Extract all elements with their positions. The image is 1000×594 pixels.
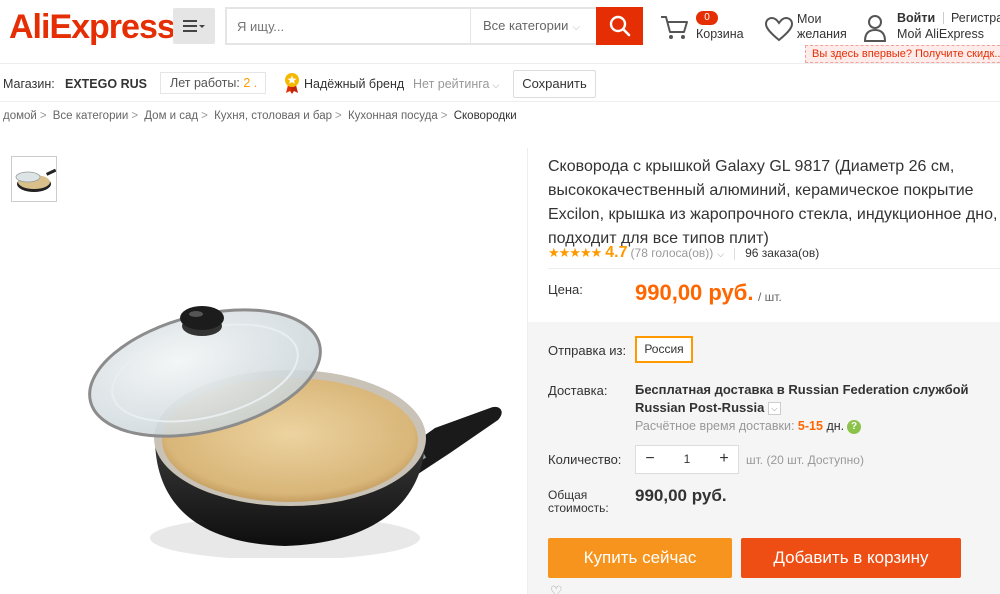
trusted-brand-medal-icon <box>285 73 299 94</box>
wishlist-label-line2: желания <box>797 27 847 41</box>
total-cost-label: Общая стоимость: <box>548 488 609 515</box>
ship-from-label: Отправка из: <box>548 343 627 358</box>
price-value: 990,00 руб. <box>635 280 754 305</box>
product-gallery <box>0 148 528 594</box>
pan-thumbnail-image <box>15 168 57 192</box>
add-to-cart-button[interactable]: Добавить в корзину <box>741 538 961 578</box>
cart-count-badge: 0 <box>696 11 718 25</box>
estimated-delivery: Расчётное время доставки: 5-15 дн.? <box>635 419 862 434</box>
first-visit-banner[interactable]: Вы здесь впервые? Получите скидк... <box>805 45 1000 63</box>
rating-divider <box>734 247 736 260</box>
search-icon <box>609 15 630 37</box>
quantity-decrease-button[interactable]: − <box>636 446 664 473</box>
buy-now-button[interactable]: Купить сейчас <box>548 538 732 578</box>
delivery-label: Доставка: <box>548 383 608 398</box>
breadcrumb-kitchen[interactable]: Кухня, столовая и бар <box>214 110 332 122</box>
store-rating-dropdown[interactable]: Нет рейтинга ⌵ <box>413 77 499 91</box>
section-divider <box>548 268 1000 269</box>
breadcrumb: домой > Все категории > Дом и сад > Кухня, … <box>3 110 517 122</box>
cart-icon <box>661 16 688 39</box>
site-header: AliExpress® Все категории⌵ 0 Корзина <box>0 0 1000 64</box>
breadcrumb-all-categories[interactable]: Все категории <box>53 110 129 122</box>
quantity-increase-button[interactable]: + <box>710 446 738 473</box>
store-prefix: Магазин: <box>3 77 55 91</box>
login-link[interactable]: Войти <box>897 11 935 26</box>
hamburger-menu-icon <box>183 20 205 32</box>
trusted-brand-label: Надёжный бренд <box>304 77 405 91</box>
store-years-badge: Лет работы: 2 . <box>160 72 266 94</box>
help-question-icon[interactable]: ? <box>847 419 862 434</box>
chevron-down-icon: ⌵ <box>492 80 500 90</box>
chevron-down-icon[interactable]: ⌵ <box>767 402 781 416</box>
cart-link[interactable]: 0 Корзина <box>660 10 750 50</box>
categories-menu-button[interactable] <box>173 8 215 44</box>
votes-link[interactable]: (78 голоса(ов)) <box>631 246 714 260</box>
chevron-down-icon: ⌵ <box>572 22 581 33</box>
heart-icon <box>764 16 794 42</box>
search-input[interactable] <box>227 9 470 43</box>
ship-from-option-russia[interactable]: Россия <box>635 336 693 363</box>
cart-label: Корзина <box>696 27 744 41</box>
orders-count: 96 заказа(ов) <box>745 246 820 260</box>
register-link[interactable]: Регистрация <box>951 11 1000 26</box>
delivery-method[interactable]: Бесплатная доставка в Russian Federation… <box>635 381 995 417</box>
save-store-button[interactable]: Сохранить <box>513 70 596 98</box>
price-label: Цена: <box>548 282 583 297</box>
years-label: Лет работы: <box>170 76 240 90</box>
search-button[interactable] <box>596 7 643 45</box>
quantity-input[interactable]: 1 <box>664 446 710 473</box>
breadcrumb-cookware[interactable]: Кухонная посуда <box>348 110 438 122</box>
breadcrumb-home[interactable]: домой <box>3 110 37 122</box>
rating-stars: ★★★★★ <box>548 245 602 260</box>
quantity-label: Количество: <box>548 452 622 467</box>
store-bar: Магазин: EXTEGO RUS Лет работы: 2 . Надё… <box>0 64 1000 102</box>
search-bar: Все категории⌵ <box>225 7 643 45</box>
user-icon <box>863 15 887 42</box>
breadcrumb-current: Сковородки <box>453 110 517 122</box>
wishlist-heart-icon[interactable]: ♡ <box>550 584 564 594</box>
product-title: Сковорода с крышкой Galaxy GL 9817 (Диам… <box>548 158 998 247</box>
rating-row: ★★★★★ 4.7 (78 голоса(ов)) ⌵ 96 заказа(ов) <box>548 244 819 262</box>
search-category-select[interactable]: Все категории ⌵ <box>470 9 598 43</box>
store-name-link[interactable]: EXTEGO RUS <box>65 77 147 91</box>
years-value: 2 . <box>243 76 258 90</box>
product-main-image[interactable] <box>80 248 510 558</box>
wishlist-link[interactable]: Мои желания <box>764 10 854 44</box>
price-unit: / шт. <box>758 290 782 304</box>
breadcrumb-home-garden[interactable]: Дом и сад <box>144 110 198 122</box>
aliexpress-logo[interactable]: AliExpress® <box>9 8 182 47</box>
header-separator <box>943 12 944 24</box>
total-cost-value: 990,00 руб. <box>635 486 727 505</box>
my-aliexpress-link[interactable]: Мой AliExpress <box>897 27 984 42</box>
quantity-stepper: − 1 + <box>635 445 739 474</box>
rating-value: 4.7 <box>605 244 628 261</box>
product-thumbnail[interactable] <box>11 156 57 202</box>
chevron-down-icon[interactable]: ⌵ <box>717 249 724 259</box>
wishlist-label-line1: Мои <box>797 12 822 26</box>
stock-availability: шт. (20 шт. Доступно) <box>746 453 864 467</box>
